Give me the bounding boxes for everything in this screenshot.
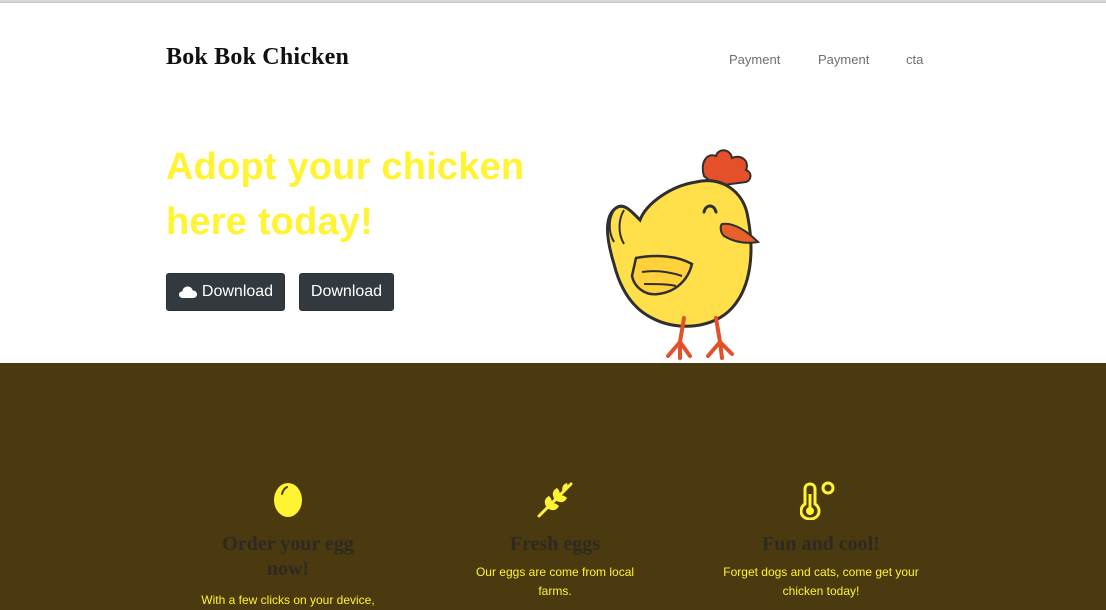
feature-title: Order your egg now! bbox=[222, 533, 354, 580]
hero-title: Adopt your chicken here today! bbox=[166, 146, 525, 243]
download-button-label: Download bbox=[310, 283, 383, 300]
nav-link-payment-2[interactable]: Payment bbox=[818, 52, 869, 67]
feature-title: Fun and cool! bbox=[762, 533, 880, 555]
egg-icon bbox=[274, 483, 302, 517]
wheat-icon bbox=[537, 482, 573, 518]
feature-text: With a few clicks on your device, bbox=[201, 593, 375, 607]
download-button-cloud[interactable]: Download bbox=[166, 273, 285, 311]
thermometer-icon bbox=[800, 481, 835, 520]
top-nav: Payment Payment cta bbox=[0, 52, 1106, 68]
feature-text: Our eggs are come from local farms. bbox=[475, 565, 635, 598]
nav-link-payment-1[interactable]: Payment bbox=[729, 52, 780, 67]
feature-text: Forget dogs and cats, come get your chic… bbox=[723, 565, 919, 598]
download-button-label: Download bbox=[201, 283, 274, 300]
chicken-illustration bbox=[606, 149, 761, 360]
download-button[interactable]: Download bbox=[299, 273, 394, 311]
feature-title: Fresh eggs bbox=[509, 533, 601, 555]
nav-link-cta[interactable]: cta bbox=[906, 52, 923, 67]
cloud-icon bbox=[178, 286, 197, 298]
window-top-border bbox=[0, 0, 1106, 3]
